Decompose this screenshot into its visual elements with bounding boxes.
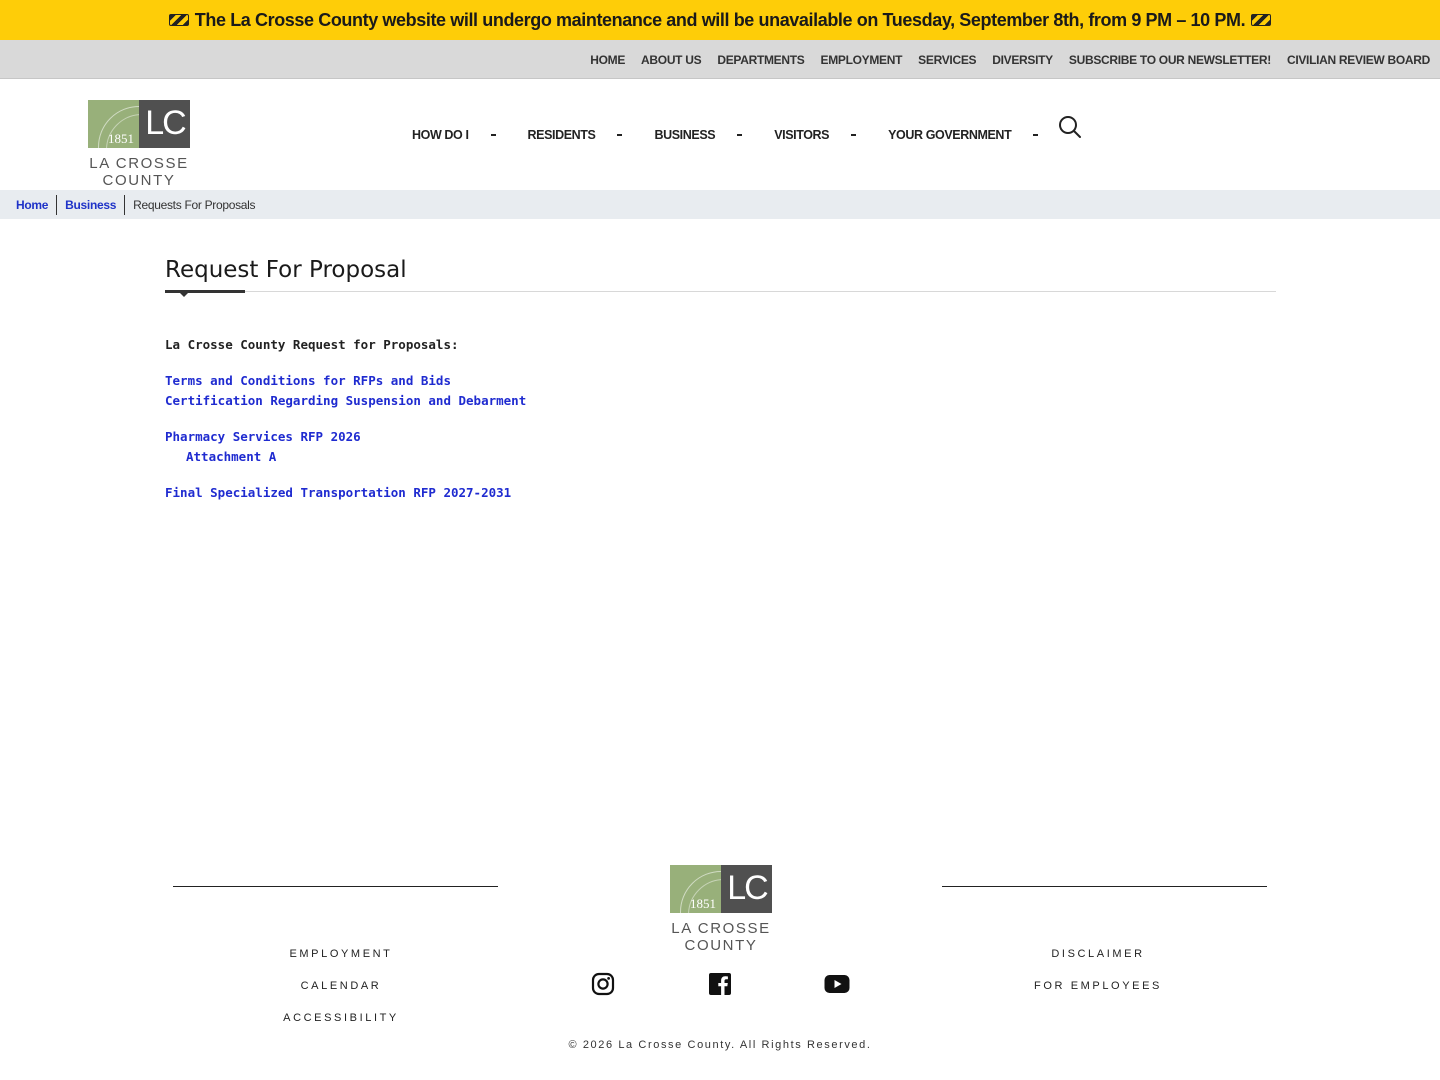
util-link-services[interactable]: SERVICES bbox=[918, 53, 976, 67]
nav-your-government[interactable]: YOUR GOVERNMENT bbox=[888, 128, 1039, 142]
logo-green-panel: 1851 bbox=[88, 100, 139, 148]
util-link-newsletter[interactable]: SUBSCRIBE TO OUR NEWSLETTER! bbox=[1069, 53, 1271, 67]
footer-county-logo[interactable]: 1851 LC LA CROSSE COUNTY bbox=[639, 865, 803, 954]
nav-visitors[interactable]: VISITORS bbox=[774, 128, 857, 142]
util-link-departments[interactable]: DEPARTMENTS bbox=[717, 53, 804, 67]
util-link-employment[interactable]: EMPLOYMENT bbox=[820, 53, 902, 67]
instagram-icon bbox=[591, 972, 615, 996]
nav-label: YOUR GOVERNMENT bbox=[888, 128, 1012, 142]
util-link-diversity[interactable]: DIVERSITY bbox=[992, 53, 1053, 67]
breadcrumb-current: Requests For Proposals bbox=[133, 197, 256, 212]
link-transportation-rfp[interactable]: Final Specialized Transportation RFP 202… bbox=[165, 483, 526, 503]
breadcrumb-separator bbox=[124, 194, 126, 215]
main-header: 1851 LC LA CROSSE COUNTY HOW DO I RESIDE… bbox=[0, 80, 1440, 190]
alert-message: The La Crosse County website will underg… bbox=[194, 9, 1246, 30]
breadcrumb: Home Business Requests For Proposals bbox=[16, 190, 256, 219]
dropdown-caret-icon bbox=[1033, 134, 1039, 136]
link-pharmacy-rfp[interactable]: Pharmacy Services RFP 2026 bbox=[165, 427, 526, 447]
youtube-link[interactable] bbox=[824, 972, 850, 996]
youtube-icon bbox=[824, 975, 850, 993]
footer-links-left: EMPLOYMENT CALENDAR ACCESSIBILITY bbox=[171, 938, 511, 1034]
logo-mark: 1851 LC bbox=[670, 865, 772, 913]
title-notch bbox=[180, 293, 188, 297]
rfp-intro: La Crosse County Request for Proposals: bbox=[165, 337, 459, 352]
link-attachment-a[interactable]: Attachment A bbox=[165, 447, 526, 467]
primary-nav: HOW DO I RESIDENTS BUSINESS VISITORS YOU… bbox=[412, 80, 1039, 190]
title-accent-bar bbox=[165, 290, 245, 293]
footer-link-calendar[interactable]: CALENDAR bbox=[171, 970, 511, 1002]
link-terms-conditions[interactable]: Terms and Conditions for RFPs and Bids bbox=[165, 371, 526, 391]
logo-initials: LC bbox=[145, 104, 186, 142]
dropdown-caret-icon bbox=[490, 134, 496, 136]
breadcrumb-bar: Home Business Requests For Proposals bbox=[0, 190, 1440, 219]
footer-link-for-employees[interactable]: FOR EMPLOYEES bbox=[928, 970, 1268, 1002]
copyright-text: © 2026 La Crosse County. All Rights Rese… bbox=[568, 1039, 872, 1051]
logo-county-name: LA CROSSE COUNTY bbox=[671, 920, 771, 954]
breadcrumb-home[interactable]: Home bbox=[16, 198, 48, 212]
facebook-icon bbox=[709, 973, 731, 995]
alert-content: The La Crosse County website will underg… bbox=[168, 9, 1272, 31]
nav-how-do-i[interactable]: HOW DO I bbox=[412, 128, 496, 142]
search-icon bbox=[1059, 116, 1081, 138]
construction-barrier-icon bbox=[1251, 14, 1272, 26]
main-content: La Crosse County Request for Proposals: … bbox=[165, 335, 526, 503]
util-link-about-us[interactable]: ABOUT US bbox=[641, 53, 702, 67]
dropdown-caret-icon bbox=[851, 134, 857, 136]
footer-links-right: DISCLAIMER FOR EMPLOYEES bbox=[928, 938, 1268, 1002]
county-logo[interactable]: 1851 LC LA CROSSE COUNTY bbox=[57, 100, 221, 189]
footer-link-employment[interactable]: EMPLOYMENT bbox=[171, 938, 511, 970]
logo-mark: 1851 LC bbox=[88, 100, 190, 148]
dropdown-caret-icon bbox=[617, 134, 623, 136]
maintenance-alert-banner: The La Crosse County website will underg… bbox=[0, 0, 1440, 40]
title-divider bbox=[165, 291, 1276, 292]
nav-business[interactable]: BUSINESS bbox=[654, 128, 743, 142]
logo-year: 1851 bbox=[690, 896, 716, 911]
link-certification-debarment[interactable]: Certification Regarding Suspension and D… bbox=[165, 391, 526, 411]
page-title: Request For Proposal bbox=[165, 257, 407, 283]
logo-year: 1851 bbox=[108, 131, 134, 146]
utility-nav: HOME ABOUT US DEPARTMENTS EMPLOYMENT SER… bbox=[590, 40, 1430, 79]
breadcrumb-separator bbox=[56, 194, 58, 215]
util-link-civilian-review-board[interactable]: CIVILIAN REVIEW BOARD bbox=[1287, 53, 1430, 67]
dropdown-caret-icon bbox=[737, 134, 743, 136]
footer-divider-right bbox=[942, 886, 1267, 887]
breadcrumb-business[interactable]: Business bbox=[65, 198, 116, 212]
facebook-link[interactable] bbox=[708, 972, 732, 996]
logo-green-panel: 1851 bbox=[670, 865, 721, 913]
nav-residents[interactable]: RESIDENTS bbox=[528, 128, 623, 142]
logo-initials: LC bbox=[727, 869, 768, 907]
nav-label: HOW DO I bbox=[412, 128, 469, 142]
nav-label: BUSINESS bbox=[654, 128, 716, 142]
utility-bar: HOME ABOUT US DEPARTMENTS EMPLOYMENT SER… bbox=[0, 40, 1440, 79]
util-link-home[interactable]: HOME bbox=[590, 53, 625, 67]
construction-barrier-icon bbox=[168, 14, 189, 26]
footer-divider-left bbox=[173, 886, 498, 887]
nav-label: RESIDENTS bbox=[527, 128, 596, 142]
nav-label: VISITORS bbox=[774, 128, 830, 142]
footer-link-accessibility[interactable]: ACCESSIBILITY bbox=[171, 1002, 511, 1034]
instagram-link[interactable] bbox=[591, 972, 615, 996]
logo-county-name: LA CROSSE COUNTY bbox=[89, 155, 189, 189]
footer-link-disclaimer[interactable]: DISCLAIMER bbox=[928, 938, 1268, 970]
search-button[interactable] bbox=[1058, 115, 1082, 139]
